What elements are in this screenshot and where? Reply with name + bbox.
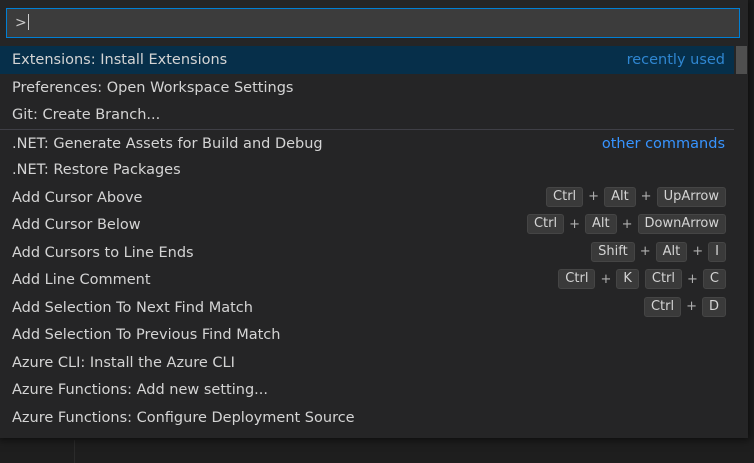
command-label: Add Line Comment <box>12 272 151 288</box>
command-item[interactable]: Add Line Comment Ctrl + K Ctrl + C <box>0 266 734 294</box>
text-caret <box>27 14 29 30</box>
command-label: Azure CLI: Install the Azure CLI <box>12 354 235 371</box>
command-label: Preferences: Open Workspace Settings <box>12 79 294 96</box>
command-item[interactable]: Add Selection To Next Find Match Ctrl + D <box>0 294 734 322</box>
command-label: Azure Functions: Add new setting... <box>12 382 268 398</box>
keybinding-key: Ctrl <box>644 269 683 289</box>
keybinding-key: Ctrl <box>643 296 682 317</box>
command-item[interactable]: Azure CLI: Install the Azure CLI <box>0 349 734 377</box>
command-label: Extensions: Install Extensions <box>12 52 228 68</box>
keybinding-plus: + <box>569 216 580 232</box>
command-label: Add Selection To Previous Find Match <box>12 327 281 343</box>
command-label: Add Cursors to Line Ends <box>12 244 194 261</box>
command-item[interactable]: Azure Functions: Add new setting... <box>0 376 734 404</box>
keybinding: Ctrl + D <box>643 296 726 317</box>
keybinding-plus: + <box>686 299 697 314</box>
scrollbar-thumb[interactable] <box>736 46 747 74</box>
command-input[interactable]: > <box>6 8 740 38</box>
command-item[interactable]: Add Cursor Above Ctrl + Alt + UpArrow <box>0 184 734 212</box>
keybinding-key: Shift <box>591 241 635 262</box>
command-list: Extensions: Install Extensions recently u… <box>0 46 734 431</box>
command-item[interactable]: Extensions: Install Extensions recently u… <box>0 46 734 74</box>
command-input-text[interactable]: > <box>15 14 29 32</box>
keybinding-key: I <box>708 241 726 262</box>
command-label: .NET: Generate Assets for Build and Debu… <box>12 135 323 152</box>
command-item[interactable]: Azure Functions: Configure Deployment So… <box>0 404 734 432</box>
command-item[interactable]: .NET: Restore Packages <box>0 156 734 184</box>
editor-area <box>74 440 754 463</box>
keybinding-key: K <box>616 269 639 289</box>
keybinding: Ctrl + K Ctrl + C <box>558 269 726 289</box>
keybinding-key: Ctrl <box>558 269 596 289</box>
keybinding: Shift + Alt + I <box>591 241 726 262</box>
keybinding: Ctrl + Alt + DownArrow <box>526 214 726 234</box>
keybinding-plus: + <box>600 271 612 287</box>
command-item[interactable]: Add Selection To Previous Find Match <box>0 321 734 349</box>
command-group-tag: other commands <box>601 135 725 152</box>
keybinding-plus: + <box>640 189 652 204</box>
command-item[interactable]: .NET: Generate Assets for Build and Debu… <box>0 128 734 157</box>
keybinding-plus: + <box>621 216 633 232</box>
keybinding-key: Alt <box>584 214 617 234</box>
keybinding-key: C <box>702 269 726 289</box>
list-scrollbar[interactable] <box>736 46 747 438</box>
command-label: Azure Functions: Configure Deployment So… <box>12 409 355 426</box>
command-item[interactable]: Preferences: Open Workspace Settings <box>0 74 734 102</box>
command-item[interactable]: Git: Create Branch... <box>0 101 734 129</box>
keybinding: Ctrl + Alt + UpArrow <box>546 186 726 207</box>
keybinding-plus: + <box>588 189 600 204</box>
keybinding-key: Alt <box>604 186 636 207</box>
keybinding-key: Alt <box>655 241 688 262</box>
keybinding-key: Ctrl <box>546 186 584 207</box>
keybinding-key: DownArrow <box>637 214 726 234</box>
keybinding-plus: + <box>687 271 698 287</box>
command-label: Add Selection To Next Find Match <box>12 299 253 316</box>
command-group-tag: recently used <box>626 52 725 68</box>
command-label: Add Cursor Above <box>12 189 143 206</box>
command-item[interactable]: Add Cursors to Line Ends Shift + Alt + I <box>0 239 734 267</box>
keybinding-key: D <box>701 296 726 317</box>
command-label: Add Cursor Below <box>12 217 141 233</box>
keybinding-key: Ctrl <box>526 214 565 234</box>
command-palette: > Extensions: Install Extensions recently… <box>0 0 748 438</box>
command-item[interactable]: Add Cursor Below Ctrl + Alt + DownArrow <box>0 211 734 239</box>
keybinding-plus: + <box>639 244 651 259</box>
keybinding-plus: + <box>692 244 704 259</box>
command-label: .NET: Restore Packages <box>12 162 181 178</box>
keybinding-key: UpArrow <box>656 186 726 207</box>
command-label: Git: Create Branch... <box>12 107 161 123</box>
